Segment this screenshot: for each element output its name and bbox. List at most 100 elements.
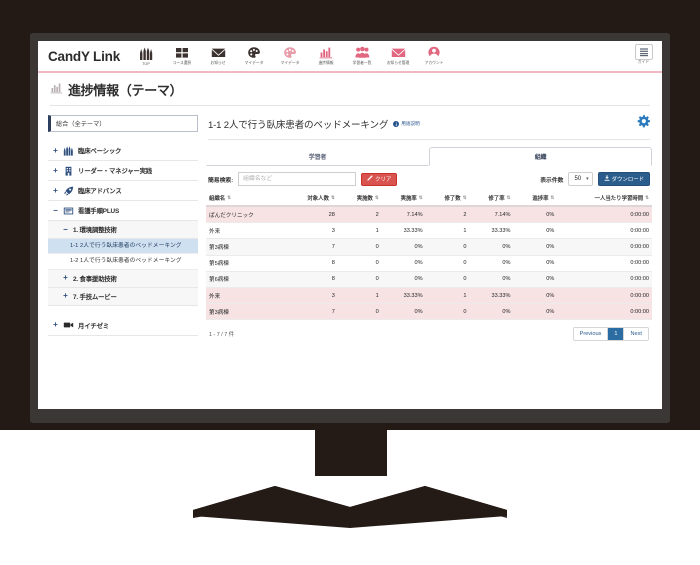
sidebar-leaf-1-1[interactable]: 1-1 2人で行う臥床患者のベッドメーキング [48,239,198,254]
cell-value: 1 [426,223,470,239]
table-row[interactable]: 第3病棟700%00%0%0:00:00 [206,304,652,320]
rocket-icon [63,185,74,196]
expand-toggle[interactable]: + [62,292,69,300]
table-row[interactable]: 外来3133.33%133.33%0%0:00:00 [206,223,652,239]
cell-value: 0% [513,239,557,255]
cell-value: 7 [285,239,337,255]
cell-org-name: 外来 [206,223,285,239]
cell-value: 0% [470,255,514,271]
cell-org-name: 第6病棟 [206,271,285,287]
sidebar-item-clinical-basic[interactable]: + [48,141,198,161]
cell-value: 0 [426,304,470,320]
search-input[interactable] [238,172,356,186]
monitor-bezel: CandY Link [30,33,670,423]
sidebar-item-label: 臨床ベーシック [78,146,121,155]
clear-button[interactable]: クリア [361,173,397,186]
column-header-done-rate[interactable]: 実施率 ⇅ [382,191,426,206]
collapse-toggle[interactable]: − [52,207,59,215]
cell-value: 0% [513,287,557,303]
column-label: 実施数 [357,194,373,202]
sidebar-item-clinical-advance[interactable]: + 臨床アドバンス [48,181,198,201]
expand-toggle[interactable]: + [52,147,59,155]
sidebar-item-leader-manager[interactable]: + [48,161,198,181]
nav-item-top[interactable]: TOP [128,46,164,67]
cell-org-name: 外来 [206,287,285,303]
cell-value: 0:00:00 [557,206,652,223]
column-label: 対象人数 [307,194,329,202]
nav-item-label: 進捗情報 [307,61,345,66]
download-button[interactable]: ダウンロード [598,172,650,186]
column-header-study-time[interactable]: 一人当たり学習時間 ⇅ [557,191,652,206]
column-header-complete-rate[interactable]: 修了率 ⇅ [470,191,514,206]
pagination-next[interactable]: Next [624,328,648,340]
cell-org-name: 第3病棟 [206,304,285,320]
tab-organization[interactable]: 組織 [429,147,652,166]
table-row[interactable]: 第3病棟700%00%0%0:00:00 [206,239,652,255]
nav-item-label: TOP [127,62,165,66]
expand-toggle[interactable]: + [62,274,69,282]
cell-value: 3 [285,287,337,303]
column-header-done-count[interactable]: 実施数 ⇅ [338,191,382,206]
nav-item-learner-list[interactable]: 学習者一覧 [344,45,380,67]
sort-icon: ⇅ [507,196,511,201]
sort-icon: ⇅ [551,196,555,201]
table-row[interactable]: 外来3133.33%133.33%0%0:00:00 [206,287,652,303]
sort-icon: ⇅ [375,196,379,201]
nav-item-account[interactable]: アカウント [416,45,452,67]
column-header-progress-rate[interactable]: 進捗率 ⇅ [513,191,557,206]
nav-item-label: マイデータ [235,61,273,66]
cell-value: 7 [285,304,337,320]
column-header-complete-count[interactable]: 修了数 ⇅ [426,191,470,206]
expand-toggle[interactable]: + [52,321,59,329]
sidebar-item-nursing-plus[interactable]: − [48,201,198,221]
cell-value: 0:00:00 [557,304,652,320]
column-label: 修了率 [488,194,504,202]
nav-item-notifications[interactable]: お知らせ [200,45,236,67]
pagination-previous[interactable]: Previous [574,328,609,340]
expand-toggle[interactable]: + [52,187,59,195]
theme-select[interactable]: 総合（全テーマ） [48,115,198,132]
download-button-label: ダウンロード [612,175,644,183]
sidebar-subitem-technique-movie[interactable]: + 7. 手技ムービー [48,288,198,306]
cell-value: 33.33% [470,223,514,239]
sidebar-item-label: 月イチゼミ [78,321,109,330]
page-size-select[interactable]: 50 ▾ [568,172,592,186]
guide-button[interactable]: ガイド [633,44,654,65]
sidebar-item-label: 看護手順PLUS [78,206,119,215]
tab-learner[interactable]: 学習者 [206,147,429,166]
brand-logo[interactable]: CandY Link [38,49,128,64]
collapse-toggle[interactable]: − [62,226,69,234]
table-row[interactable]: 第6病棟800%00%0%0:00:00 [206,271,652,287]
term-explanation-link[interactable]: i 用語説明 [393,121,419,127]
book-icon [63,205,74,216]
pagination-page-1[interactable]: 1 [608,328,624,340]
nav-item-mydata-pink[interactable]: マイデータ [272,45,308,67]
column-header-target[interactable]: 対象人数 ⇅ [285,191,337,206]
divider [208,139,650,140]
gear-icon[interactable] [637,115,650,133]
nav-item-notification-admin[interactable]: お知らせ管理 [380,45,416,67]
sidebar-subitem-meal-support[interactable]: + 2. 食事援助技術 [48,270,198,288]
nav-item-mydata-dark[interactable]: マイデータ [236,45,272,67]
table-row[interactable]: ぱんだクリニック2827.14%27.14%0%0:00:00 [206,206,652,223]
cell-org-name: 第5病棟 [206,255,285,271]
expand-toggle[interactable]: + [52,167,59,175]
cell-value: 0% [382,239,426,255]
nav-item-course-select[interactable]: コース選択 [164,45,200,67]
download-icon [604,175,610,183]
grid-squares-icon [164,45,200,60]
main-nav: TOP コース選択 [128,45,452,67]
sidebar-item-monthly-seminar[interactable]: + 月イチゼミ [48,316,198,336]
user-circle-icon [416,45,452,60]
cell-value: 1 [338,287,382,303]
sidebar-leaf-1-2[interactable]: 1-2 1人で行う臥床患者のベッドメーキング [48,254,198,269]
nav-item-progress[interactable]: 進捗情報 [308,45,344,67]
term-explanation-label: 用語説明 [401,121,419,127]
column-header-org[interactable]: 組織名 ⇅ [206,191,285,206]
table-row[interactable]: 第5病棟800%00%0%0:00:00 [206,255,652,271]
bar-chart-icon [50,81,63,99]
cell-value: 0 [338,304,382,320]
monitor-stand-base [175,466,525,528]
cell-value: 0 [426,239,470,255]
sidebar-subitem-environment[interactable]: − 1. 環境調整技術 [48,221,198,239]
